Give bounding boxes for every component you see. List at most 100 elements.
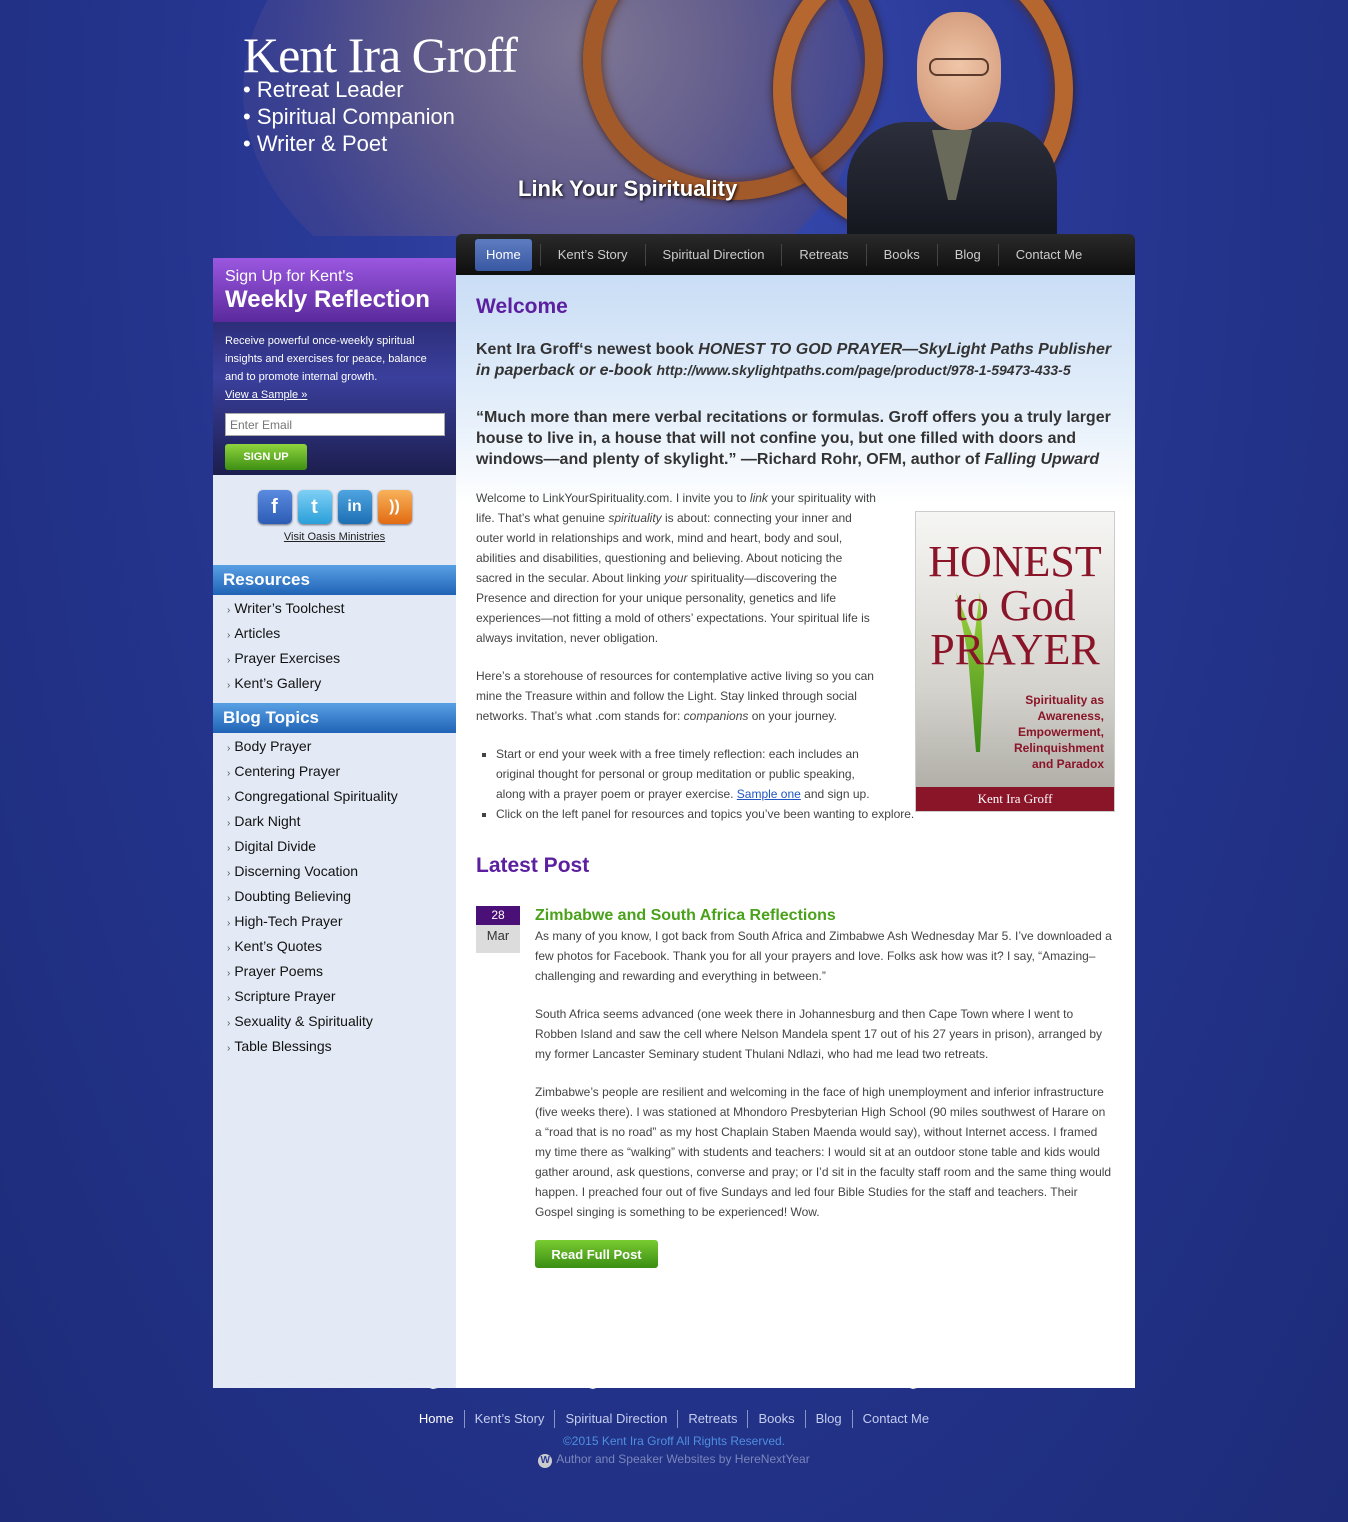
latest-post: 28 Mar Zimbabwe and South Africa Reflect… bbox=[476, 906, 1115, 1268]
resource-item[interactable]: Kent’s Gallery bbox=[227, 672, 456, 697]
intro-lead: Kent Ira Groff‘s newest book bbox=[476, 341, 699, 358]
text-span: on your journey. bbox=[748, 709, 837, 723]
endorsement-quote: “Much more than mere verbal recitations … bbox=[476, 407, 1115, 470]
book-cover-title-line: to God bbox=[954, 581, 1076, 630]
site-header: Kent Ira Groff • Retreat Leader • Spirit… bbox=[213, 0, 1135, 236]
blog-topic-item[interactable]: Sexuality & Spirituality bbox=[227, 1010, 456, 1035]
linkedin-icon[interactable]: in bbox=[337, 490, 372, 524]
author-portrait bbox=[847, 12, 1057, 236]
nav-kents-story[interactable]: Kent’s Story bbox=[541, 239, 645, 271]
book-announcement: Kent Ira Groff‘s newest book HONEST TO G… bbox=[476, 339, 1115, 381]
welcome-paragraph: Welcome to LinkYourSpirituality.com. I i… bbox=[476, 488, 876, 648]
blog-topic-item[interactable]: Dark Night bbox=[227, 810, 456, 835]
blog-topic-item[interactable]: Table Blessings bbox=[227, 1035, 456, 1060]
signup-subtitle: Sign Up for Kent's bbox=[225, 268, 354, 285]
footer-nav-spiritual-direction[interactable]: Spiritual Direction bbox=[554, 1410, 677, 1428]
post-paragraph: Zimbabwe’s people are resilient and welc… bbox=[535, 1085, 1112, 1219]
footer-nav-kents-story[interactable]: Kent’s Story bbox=[463, 1410, 555, 1428]
blog-topic-item[interactable]: Congregational Spirituality bbox=[227, 785, 456, 810]
post-date-month: Mar bbox=[476, 925, 520, 953]
credit-line: W Author and Speaker Websites by HereNext… bbox=[0, 1452, 1348, 1468]
text-span: companions bbox=[683, 709, 749, 723]
read-full-post-button[interactable]: Read Full Post bbox=[535, 1240, 658, 1268]
site-tagline: Link Your Spirituality bbox=[518, 176, 738, 201]
blog-topic-item[interactable]: Doubting Believing bbox=[227, 885, 456, 910]
signup-panel: Sign Up for Kent's Weekly Reflection Rec… bbox=[213, 258, 456, 475]
roles-list: • Retreat Leader • Spiritual Companion •… bbox=[243, 76, 455, 157]
sidebar: Sign Up for Kent's Weekly Reflection Rec… bbox=[213, 258, 456, 1388]
blog-topics-list: Body Prayer Centering Prayer Congregatio… bbox=[213, 733, 456, 1066]
book-cover-title: HONEST to God PRAYER bbox=[916, 540, 1114, 672]
signup-header: Sign Up for Kent's Weekly Reflection bbox=[213, 258, 456, 322]
book-cover-title-line: HONEST bbox=[928, 537, 1102, 586]
role-item: • Writer & Poet bbox=[243, 131, 388, 156]
facebook-icon[interactable]: f bbox=[257, 490, 292, 524]
credit-text[interactable]: Author and Speaker Websites by HereNextY… bbox=[556, 1452, 809, 1466]
nav-books[interactable]: Books bbox=[867, 239, 937, 271]
nav-spiritual-direction[interactable]: Spiritual Direction bbox=[646, 239, 782, 271]
blog-topic-item[interactable]: Discerning Vocation bbox=[227, 860, 456, 885]
text-span: your bbox=[664, 571, 688, 585]
site-footer: Home Kent’s Story Spiritual Direction Re… bbox=[0, 1410, 1348, 1468]
post-body: Zimbabwe and South Africa Reflections As… bbox=[535, 906, 1115, 1268]
book-cover-subtitle: Spirituality as Awareness, Empowerment, … bbox=[1013, 693, 1104, 771]
footer-nav: Home Kent’s Story Spiritual Direction Re… bbox=[0, 1410, 1348, 1428]
twitter-icon[interactable]: t bbox=[297, 490, 332, 524]
latest-post-heading: Latest Post bbox=[476, 854, 590, 877]
nav-contact-me[interactable]: Contact Me bbox=[999, 239, 1099, 271]
visit-oasis-link[interactable]: Visit Oasis Ministries bbox=[213, 531, 456, 543]
sample-one-link[interactable]: Sample one bbox=[737, 787, 801, 801]
signup-description-text: Receive powerful once-weekly spiritual i… bbox=[225, 335, 427, 383]
role-item: • Retreat Leader bbox=[243, 77, 404, 102]
blog-topic-item[interactable]: Centering Prayer bbox=[227, 760, 456, 785]
blog-topics-heading: Blog Topics bbox=[213, 703, 456, 733]
book-cover-image[interactable]: HONEST to God PRAYER Spirituality as Awa… bbox=[915, 511, 1115, 812]
resources-list: Writer’s Toolchest Articles Prayer Exerc… bbox=[213, 595, 456, 703]
post-paragraph: South Africa seems advanced (one week th… bbox=[535, 1007, 1103, 1061]
post-date-badge: 28 Mar bbox=[476, 906, 520, 953]
role-item: • Spiritual Companion bbox=[243, 104, 455, 129]
text-span: link bbox=[749, 491, 768, 505]
text-span: Welcome to LinkYourSpirituality.com. I i… bbox=[476, 491, 750, 505]
view-sample-link[interactable]: View a Sample » bbox=[225, 389, 307, 401]
main-content: Welcome Kent Ira Groff‘s newest book HON… bbox=[456, 275, 1135, 1388]
post-date-day: 28 bbox=[476, 906, 520, 925]
book-cover-author: Kent Ira Groff bbox=[916, 787, 1114, 811]
signup-title: Weekly Reflection bbox=[225, 286, 430, 313]
signup-button[interactable]: SIGN UP bbox=[225, 444, 307, 470]
nav-home[interactable]: Home bbox=[475, 238, 532, 271]
wordpress-icon: W bbox=[538, 1454, 553, 1468]
footer-nav-home[interactable]: Home bbox=[409, 1410, 464, 1428]
resource-item[interactable]: Writer’s Toolchest bbox=[227, 597, 456, 622]
email-field[interactable] bbox=[225, 413, 445, 436]
blog-topic-item[interactable]: Digital Divide bbox=[227, 835, 456, 860]
resources-heading: Resources bbox=[213, 565, 456, 595]
resource-item[interactable]: Prayer Exercises bbox=[227, 647, 456, 672]
resources-paragraph: Here’s a storehouse of resources for con… bbox=[476, 666, 876, 726]
welcome-heading: Welcome bbox=[476, 295, 568, 318]
blog-topic-item[interactable]: Prayer Poems bbox=[227, 960, 456, 985]
nav-retreats[interactable]: Retreats bbox=[782, 239, 865, 271]
main-nav: Home Kent’s Story Spiritual Direction Re… bbox=[456, 234, 1135, 275]
bullet-item: Start or end your week with a free timel… bbox=[496, 744, 876, 804]
quote-book-title: Falling Upward bbox=[984, 451, 1100, 468]
intro-book-url[interactable]: http://www.skylightpaths.com/page/produc… bbox=[656, 362, 1070, 378]
blog-topic-item[interactable]: Kent’s Quotes bbox=[227, 935, 456, 960]
footer-nav-blog[interactable]: Blog bbox=[804, 1410, 852, 1428]
footer-nav-retreats[interactable]: Retreats bbox=[677, 1410, 747, 1428]
torn-paper-edge bbox=[213, 1376, 1135, 1389]
book-cover-title-line: PRAYER bbox=[930, 625, 1100, 674]
blog-topic-item[interactable]: Scripture Prayer bbox=[227, 985, 456, 1010]
footer-nav-contact-me[interactable]: Contact Me bbox=[851, 1410, 939, 1428]
rss-icon[interactable]: )) bbox=[377, 490, 412, 524]
resource-item[interactable]: Articles bbox=[227, 622, 456, 647]
post-title[interactable]: Zimbabwe and South Africa Reflections bbox=[535, 906, 1115, 926]
blog-topic-item[interactable]: High-Tech Prayer bbox=[227, 910, 456, 935]
text-span: and sign up. bbox=[800, 787, 870, 801]
signup-description: Receive powerful once-weekly spiritual i… bbox=[213, 322, 456, 404]
footer-nav-books[interactable]: Books bbox=[747, 1410, 804, 1428]
text-span: spirituality bbox=[608, 511, 662, 525]
nav-blog[interactable]: Blog bbox=[938, 239, 998, 271]
blog-topic-item[interactable]: Body Prayer bbox=[227, 735, 456, 760]
post-paragraph: As many of you know, I got back from Sou… bbox=[535, 929, 1112, 983]
